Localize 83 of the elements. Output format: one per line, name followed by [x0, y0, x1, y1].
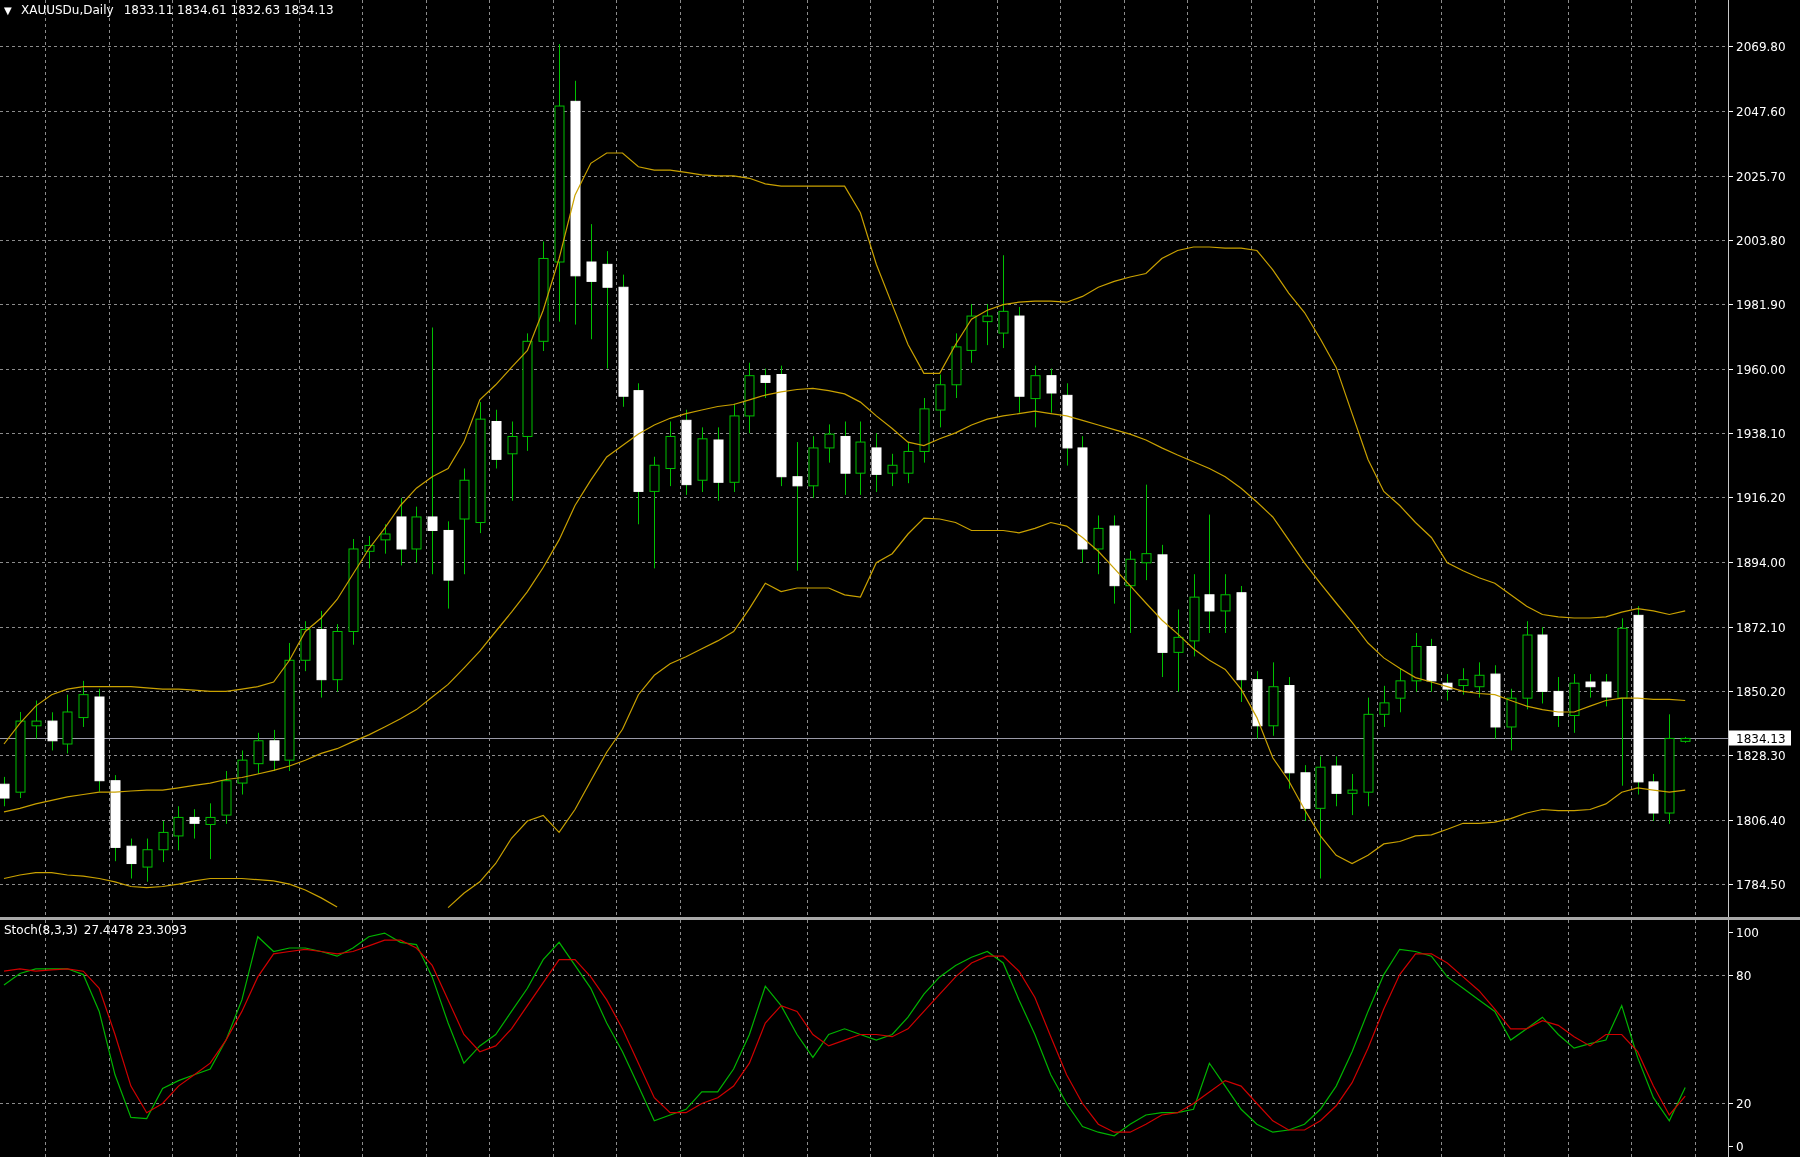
candlestick [871, 432, 882, 493]
candlestick [903, 441, 914, 484]
candlestick [1030, 365, 1041, 428]
current-price-tag: 1834.13 [1729, 730, 1791, 746]
candlestick [142, 838, 153, 883]
candlestick [1680, 736, 1691, 744]
candlestick [221, 770, 232, 825]
candlestick [1220, 573, 1231, 634]
candlestick [62, 694, 73, 754]
price-axis-label: 1784.50 [1736, 877, 1786, 892]
candlestick [31, 700, 42, 740]
candlestick [1411, 632, 1422, 693]
price-axis-label: 2069.80 [1736, 39, 1786, 54]
candlestick [1648, 773, 1659, 822]
candlestick [1347, 773, 1358, 816]
candlestick [1601, 673, 1612, 707]
candlestick [966, 303, 977, 364]
candlestick [919, 397, 930, 464]
candlestick [78, 680, 89, 728]
candlestick [1458, 667, 1469, 696]
price-axis-label: 2047.60 [1736, 104, 1786, 119]
candlestick [808, 435, 819, 499]
candlestick [1252, 670, 1263, 740]
candlestick [253, 732, 264, 775]
indicator-axis-label: 80 [1736, 968, 1752, 983]
candlestick [491, 409, 502, 469]
candlestick [380, 523, 391, 555]
candlestick [158, 820, 169, 863]
chart-quote-values: 1833.11 1834.61 1832.63 1834.13 [123, 3, 334, 17]
candlestick [951, 332, 962, 399]
candlestick [1442, 673, 1453, 702]
candlestick [1379, 685, 1390, 728]
candlestick [1300, 764, 1311, 822]
candlestick [697, 426, 708, 493]
candlestick [189, 808, 200, 840]
candlestick [0, 776, 10, 807]
candlestick [665, 421, 676, 487]
candlestick [269, 729, 280, 772]
candlestick [300, 620, 311, 672]
price-axis-label: 1850.20 [1736, 684, 1786, 699]
price-axis-label: 1894.00 [1736, 555, 1786, 570]
price-axis-label: 1828.30 [1736, 748, 1786, 763]
candlestick [411, 506, 422, 563]
candlestick [887, 453, 898, 487]
candlestick [205, 802, 216, 860]
indicator-title: Stoch(8,3,3) [4, 923, 78, 937]
candlestick [173, 805, 184, 851]
indicator-axis-label: 20 [1736, 1096, 1752, 1111]
price-axis-label: 1806.40 [1736, 813, 1786, 828]
candlestick [1331, 755, 1342, 807]
candlestick [396, 497, 407, 566]
candlestick [1506, 688, 1517, 751]
indicator-axis-label: 0 [1736, 1139, 1744, 1154]
candlestick [1046, 368, 1057, 414]
candlestick [935, 374, 946, 428]
indicator-axis-label: 100 [1736, 925, 1759, 940]
candlestick [1553, 676, 1564, 728]
price-axis-label: 1960.00 [1736, 362, 1786, 377]
candlestick [760, 368, 771, 399]
price-axis-label: 1981.90 [1736, 297, 1786, 312]
candlestick [1426, 638, 1437, 693]
candlestick [1474, 661, 1485, 699]
candlestick [126, 838, 137, 879]
price-axis-label: 1872.10 [1736, 620, 1786, 635]
candlestick [982, 303, 993, 346]
dropdown-glyph: ▼ [4, 5, 12, 16]
price-axis-label: 2003.80 [1736, 233, 1786, 248]
candlestick [47, 711, 58, 751]
candlestick [744, 362, 755, 434]
price-axis-label: 2025.70 [1736, 169, 1786, 184]
candlestick [237, 749, 248, 795]
candlestick [1585, 673, 1596, 699]
candlestick [364, 535, 375, 569]
price-axis-label: 1916.20 [1736, 490, 1786, 505]
ref-line-label: 1834.13 [1736, 731, 1786, 746]
candlestick [1093, 515, 1104, 575]
candlestick [1569, 673, 1580, 734]
chart-symbol-title: XAUUSDu,Daily [21, 3, 114, 17]
indicator-readings: 27.4478 23.3093 [83, 923, 187, 937]
candlestick [824, 423, 835, 464]
candlestick [332, 623, 343, 693]
candlestick [1395, 667, 1406, 713]
price-axis-label: 1938.10 [1736, 426, 1786, 441]
